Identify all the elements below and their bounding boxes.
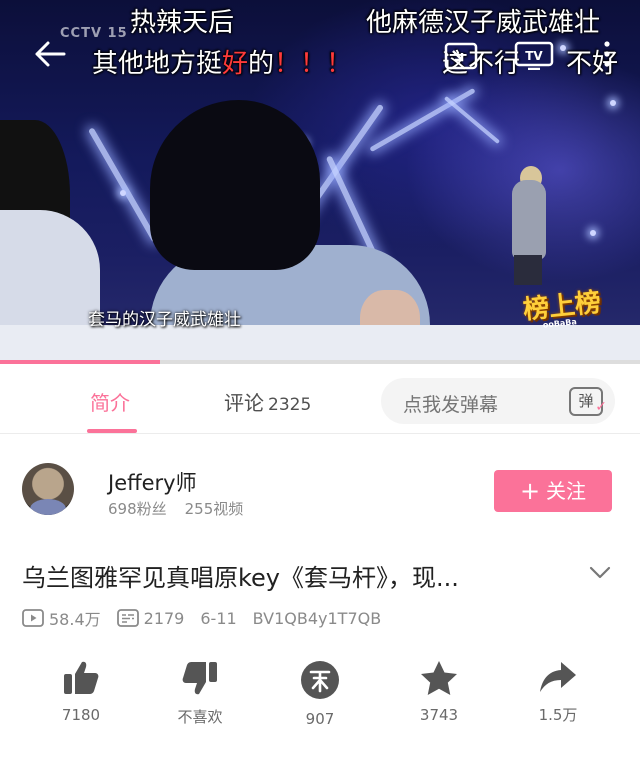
danmaku-count-value: 2179 — [143, 608, 185, 628]
view-count: 58.4万 — [22, 606, 101, 630]
publish-date: 6-11 — [200, 608, 237, 628]
like-count: 7180 — [61, 706, 101, 724]
show-logo: 榜上榜 ooBaBa — [521, 280, 615, 331]
follow-label: 关注 — [546, 479, 587, 503]
chevron-down-icon[interactable] — [588, 560, 612, 584]
tab-comments-count: 2325 — [268, 395, 312, 415]
favorite-button[interactable]: 3743 — [394, 660, 484, 724]
uploader-fans: 698粉丝 — [108, 500, 167, 518]
share-count: 1.5万 — [538, 706, 578, 724]
singer-body — [512, 180, 546, 260]
uploader-stats: 698粉丝 255视频 — [108, 498, 243, 519]
stage-light — [590, 230, 596, 236]
station-logo: CCTV 15 — [60, 26, 128, 41]
judge-desk — [0, 325, 640, 363]
danmaku-comment: 热辣天后 — [130, 8, 235, 38]
danmaku-comment: 他麻德汉子威武雄壮 — [366, 8, 601, 38]
singer-legs — [514, 255, 542, 285]
like-button[interactable]: 7180 — [36, 660, 126, 724]
video-subtitle: 套马的汉子威武雄壮 — [88, 310, 241, 330]
favorite-count: 3743 — [419, 706, 459, 724]
view-count-value: 58.4万 — [49, 610, 101, 629]
tab-comments-label: 评论 — [224, 391, 264, 415]
video-player[interactable]: CCTV 15 榜上榜 ooBaBa 热辣天后 他麻德汉子威武雄壮 其他地方挺好… — [0, 0, 640, 363]
tab-intro[interactable]: 简介 — [90, 387, 130, 416]
share-button[interactable]: 1.5万 — [513, 660, 603, 725]
picture-in-picture-icon[interactable] — [444, 42, 478, 74]
danmaku-toggle-icon[interactable]: 弹 ✓ — [569, 387, 607, 416]
danmaku-input-placeholder: 点我发弹幕 — [403, 394, 499, 416]
dislike-button[interactable]: 不喜欢 — [155, 660, 245, 727]
avatar[interactable] — [22, 463, 74, 515]
danmaku-text: 其他地方挺 — [92, 49, 223, 79]
video-bvid: BV1QB4y1T7QB — [252, 608, 382, 628]
stage-light — [443, 95, 501, 145]
plus-icon: + — [519, 477, 541, 505]
stage-light — [87, 127, 159, 243]
uploader-videos: 255视频 — [184, 500, 244, 518]
check-icon: ✓ — [595, 399, 607, 415]
more-vertical-icon[interactable] — [602, 40, 612, 72]
tab-active-indicator — [87, 429, 137, 433]
uploader-name[interactable]: Jeffery师 — [108, 467, 197, 497]
danmaku-exclaim: ！！！ — [274, 49, 353, 79]
dislike-label: 不喜欢 — [177, 708, 223, 726]
danmaku-input[interactable]: 点我发弹幕 弹 ✓ — [381, 378, 615, 424]
judge-hair — [150, 100, 320, 270]
svg-text:TV: TV — [525, 49, 543, 63]
stage-light — [369, 87, 476, 153]
danmaku-text: 的 — [248, 49, 275, 79]
video-title[interactable]: 乌兰图雅罕见真唱原key《套马杆》，现... — [22, 558, 552, 593]
avatar-shirt — [30, 499, 66, 515]
stage-light — [610, 100, 616, 106]
back-arrow-icon[interactable] — [34, 40, 66, 72]
video-meta: 58.4万 2179 6-11 BV1QB4y1T7QB — [22, 606, 397, 630]
thumbs-down-icon — [182, 662, 217, 695]
follow-button[interactable]: + 关注 — [494, 470, 612, 512]
play-count-icon — [22, 609, 44, 627]
danmaku-toggle-char: 弹 — [578, 392, 594, 410]
danmaku-comment: 其他地方挺好的！！！ — [92, 51, 352, 77]
coin-button[interactable]: 907 — [275, 660, 365, 728]
danmaku-count: 2179 — [116, 608, 185, 628]
coin-count: 907 — [305, 710, 335, 728]
thumbs-up-icon — [64, 661, 99, 694]
tv-cast-icon[interactable]: TV — [514, 40, 554, 74]
coin-icon — [301, 661, 339, 699]
tab-comments[interactable]: 评论 2325 — [224, 387, 311, 416]
danmaku-count-icon — [116, 609, 139, 627]
share-arrow-icon — [540, 662, 576, 692]
stage-light — [120, 190, 126, 196]
danmaku-highlight: 好 — [222, 49, 249, 79]
star-icon — [421, 661, 457, 695]
tab-bar: 简介 评论 2325 点我发弹幕 弹 ✓ — [0, 364, 640, 434]
